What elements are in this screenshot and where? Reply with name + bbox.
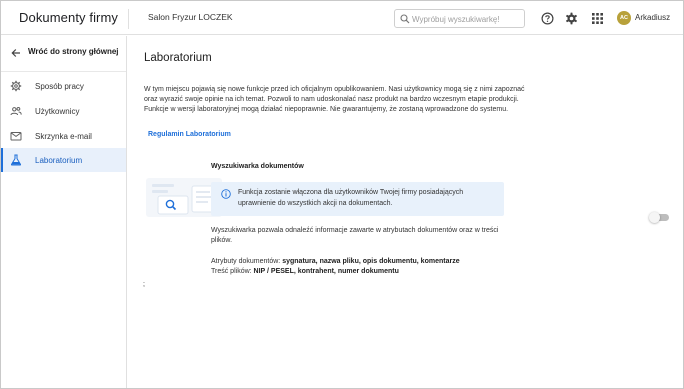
file-content-line: Treść plików: NIP / PESEL, kontrahent, n… — [211, 267, 531, 277]
content-label: Treść plików: — [211, 268, 252, 275]
search-box[interactable] — [394, 9, 525, 28]
feature-toggle[interactable] — [649, 212, 669, 223]
apps-grid-icon — [591, 12, 603, 24]
sidebar-item-work-mode[interactable]: Sposób pracy — [1, 74, 126, 98]
sidebar-item-users[interactable]: Użytkownicy — [1, 99, 126, 123]
main-content: Laboratorium W tym miejscu pojawią się n… — [128, 36, 683, 388]
company-name: Salon Fryzur LOCZEK — [148, 12, 233, 22]
gear-icon — [10, 80, 22, 92]
sidebar-item-laboratory[interactable]: Laboratorium — [1, 148, 126, 172]
laboratory-rules-link[interactable]: Regulamin Laboratorium — [148, 131, 231, 138]
sidebar-item-email-inbox[interactable]: Skrzynka e-mail — [1, 124, 126, 148]
feature-title: Wyszukiwarka dokumentów — [211, 163, 304, 170]
users-icon — [10, 107, 22, 116]
document-attributes-line: Atrybuty dokumentów: sygnatura, nazwa pl… — [211, 257, 531, 267]
flask-icon — [10, 154, 22, 166]
sidebar-item-label: Laboratorium — [35, 156, 83, 165]
back-label: Wróć do strony głównej — [28, 47, 119, 56]
info-icon — [221, 189, 231, 199]
apps-button[interactable] — [589, 10, 605, 26]
search-input[interactable] — [412, 12, 522, 26]
app-title[interactable]: Dokumenty firmy — [19, 10, 118, 25]
arrow-left-icon — [11, 49, 20, 57]
avatar[interactable]: AC — [617, 11, 631, 25]
top-bar: Dokumenty firmy Salon Fryzur LOCZEK Wypr… — [1, 1, 683, 35]
search-icon — [400, 14, 410, 24]
back-to-home-link[interactable]: Wróć do strony głównej — [1, 42, 126, 64]
help-button[interactable] — [539, 10, 555, 26]
intro-text: W tym miejscu pojawią się nowe funkcje p… — [144, 86, 525, 113]
mail-icon — [10, 132, 22, 141]
feature-info-box: Funkcja zostanie włączona dla użytkownik… — [211, 182, 504, 216]
feature-info-text: Funkcja zostanie włączona dla użytkownik… — [238, 189, 464, 207]
sidebar-item-label: Skrzynka e-mail — [35, 132, 92, 141]
attributes-label: Atrybuty dokumentów: — [211, 258, 281, 265]
user-name[interactable]: Arkadiusz — [635, 13, 670, 22]
gear-icon — [565, 12, 577, 24]
sidebar-divider — [1, 71, 126, 72]
feature-description: Wyszukiwarka pozwala odnaleźć informacje… — [211, 227, 499, 244]
toggle-thumb — [649, 212, 660, 223]
settings-button[interactable] — [563, 10, 579, 26]
sidebar: Wróć do strony głównej Sposób pracy Użyt… — [1, 36, 127, 388]
stray-character: ; — [143, 281, 145, 288]
sidebar-item-label: Sposób pracy — [35, 82, 84, 91]
page-title: Laboratorium — [144, 52, 212, 64]
attributes-value: sygnatura, nazwa pliku, opis dokumentu, … — [282, 258, 460, 265]
header-divider — [128, 9, 129, 29]
feature-attributes: Atrybuty dokumentów: sygnatura, nazwa pl… — [211, 257, 531, 277]
sidebar-item-label: Użytkownicy — [35, 107, 80, 116]
content-value: NIP / PESEL, kontrahent, numer dokumentu — [253, 268, 399, 275]
help-circle-icon — [540, 11, 554, 25]
